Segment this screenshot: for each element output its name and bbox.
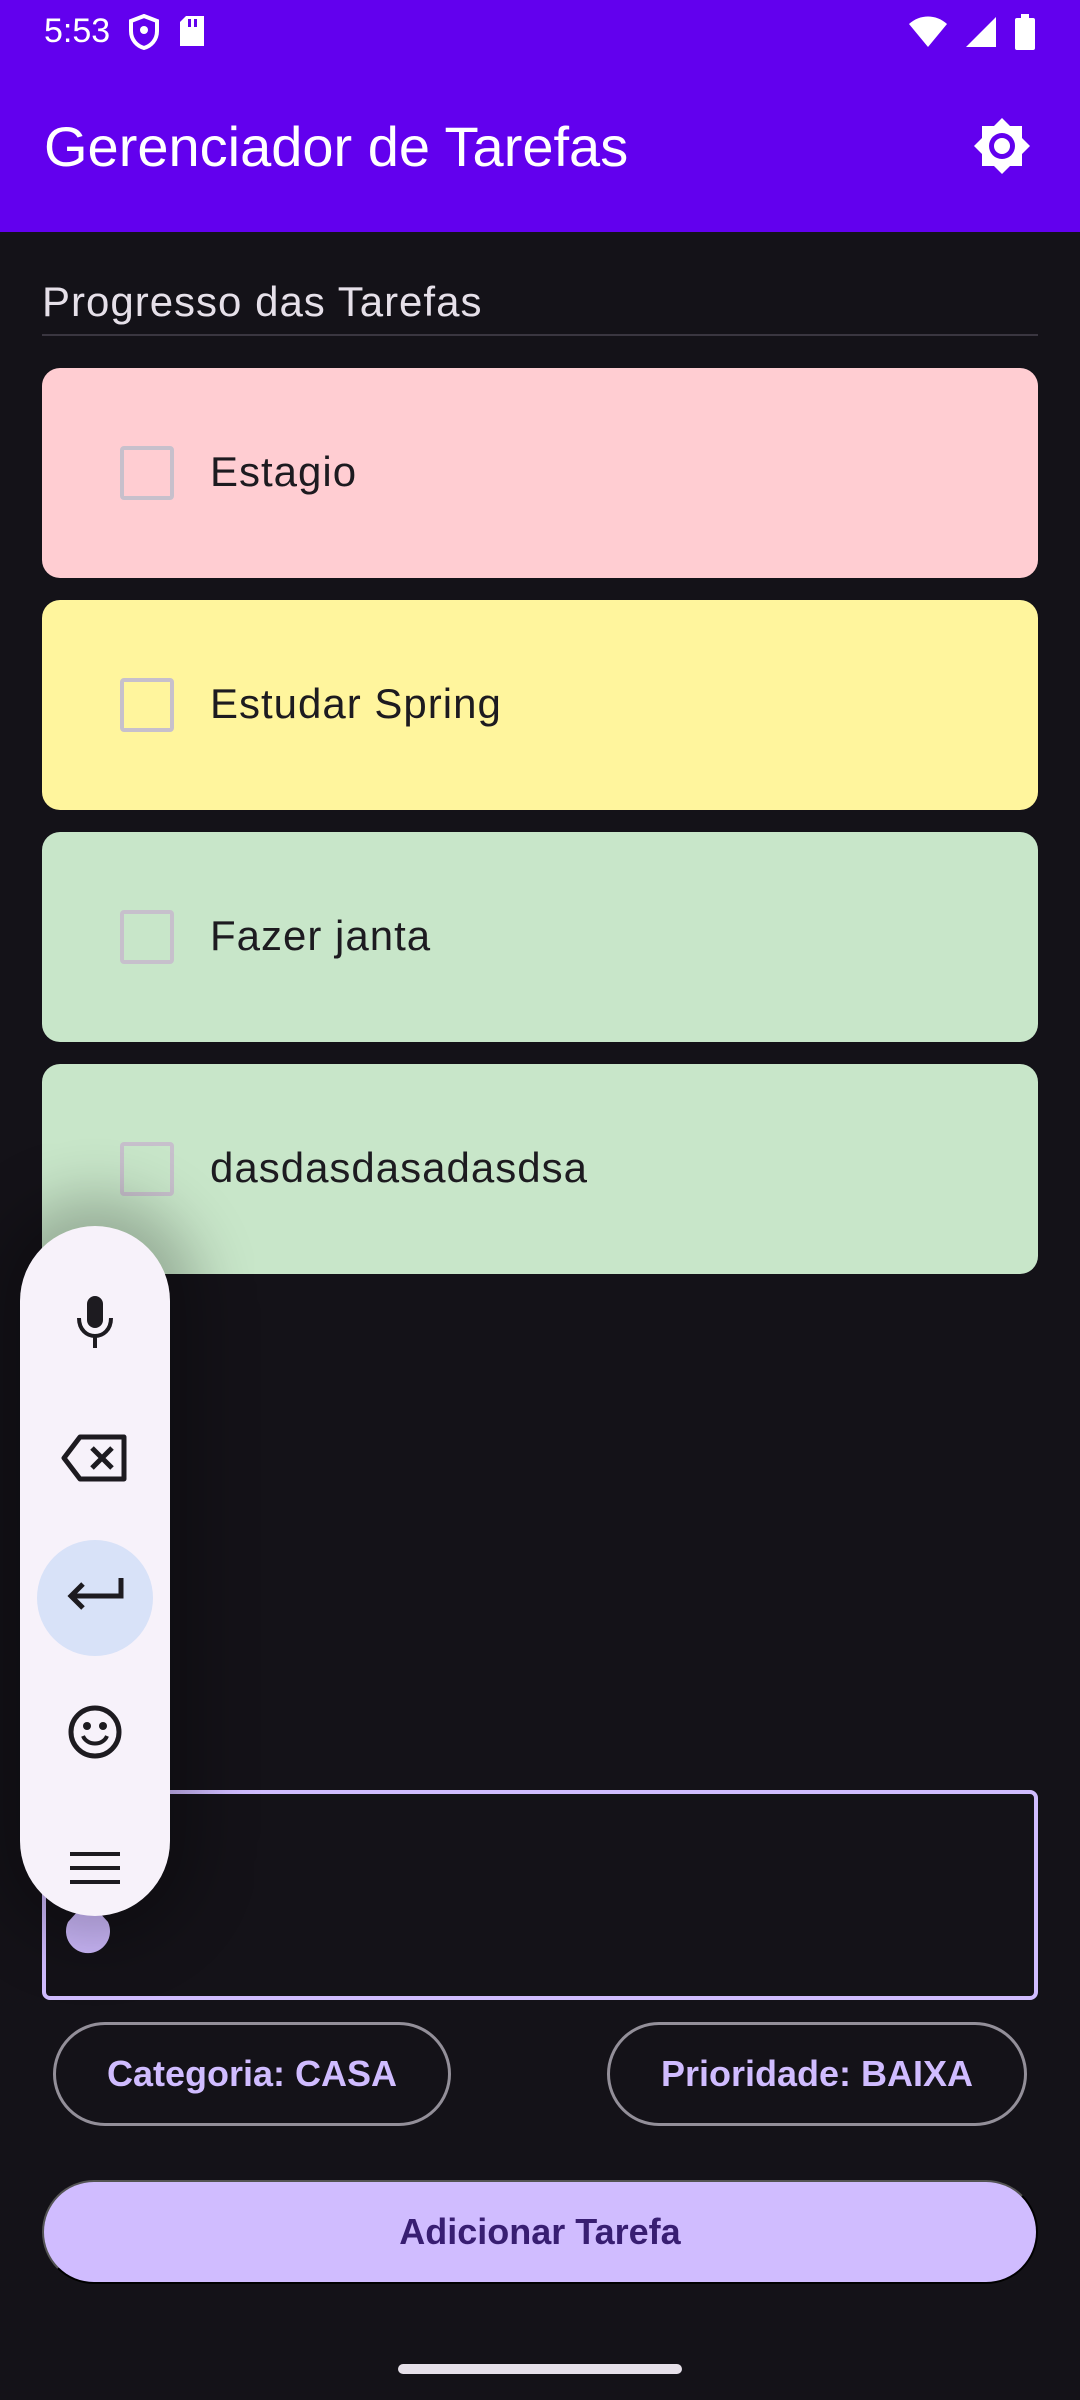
app-bar: Gerenciador de Tarefas xyxy=(0,64,1080,232)
task-label: Estudar Spring xyxy=(210,680,502,727)
section-title: Progresso das Tarefas xyxy=(42,278,483,325)
category-chip[interactable]: Categoria: CASA xyxy=(53,2022,451,2126)
floating-keyboard-toolbar xyxy=(20,1226,170,1916)
task-card[interactable]: Fazer janta xyxy=(42,832,1038,1042)
emoji-button[interactable] xyxy=(37,1676,153,1792)
priority-chip[interactable]: Prioridade: BAIXA xyxy=(607,2022,1027,2126)
status-icons-left xyxy=(128,13,206,55)
menu-button[interactable] xyxy=(37,1812,153,1928)
battery-icon xyxy=(1014,14,1036,55)
status-icons-right xyxy=(908,14,1036,55)
backspace-button[interactable] xyxy=(37,1402,153,1518)
divider xyxy=(42,334,1038,336)
enter-button[interactable] xyxy=(37,1540,153,1656)
task-card[interactable]: dasdasdasadasdsa xyxy=(42,1064,1038,1274)
task-input[interactable] xyxy=(42,1790,1038,2000)
task-label: Fazer janta xyxy=(210,912,432,959)
task-card[interactable]: Estagio xyxy=(42,368,1038,578)
enter-icon xyxy=(63,1574,127,1623)
task-label: dasdasdasadasdsa xyxy=(210,1144,588,1191)
task-checkbox[interactable] xyxy=(120,678,174,732)
status-bar: 5:53 xyxy=(0,0,1080,64)
brightness-icon xyxy=(972,116,1032,181)
emoji-icon xyxy=(67,1704,123,1765)
wifi-icon xyxy=(908,15,948,54)
brightness-button[interactable] xyxy=(962,108,1042,188)
task-label: Estagio xyxy=(210,448,358,495)
status-time: 5:53 xyxy=(44,12,111,50)
signal-icon xyxy=(964,15,998,54)
gesture-nav-handle[interactable] xyxy=(398,2364,682,2374)
backspace-icon xyxy=(60,1433,130,1488)
sd-card-icon xyxy=(178,14,206,55)
mic-button[interactable] xyxy=(37,1266,153,1382)
mic-icon xyxy=(73,1294,117,1355)
task-checkbox[interactable] xyxy=(120,910,174,964)
task-checkbox[interactable] xyxy=(120,446,174,500)
app-title: Gerenciador de Tarefas xyxy=(44,115,629,178)
shield-icon xyxy=(128,13,160,55)
task-checkbox[interactable] xyxy=(120,1142,174,1196)
task-card[interactable]: Estudar Spring xyxy=(42,600,1038,810)
add-task-button[interactable]: Adicionar Tarefa xyxy=(42,2180,1038,2284)
menu-icon xyxy=(70,1850,120,1891)
